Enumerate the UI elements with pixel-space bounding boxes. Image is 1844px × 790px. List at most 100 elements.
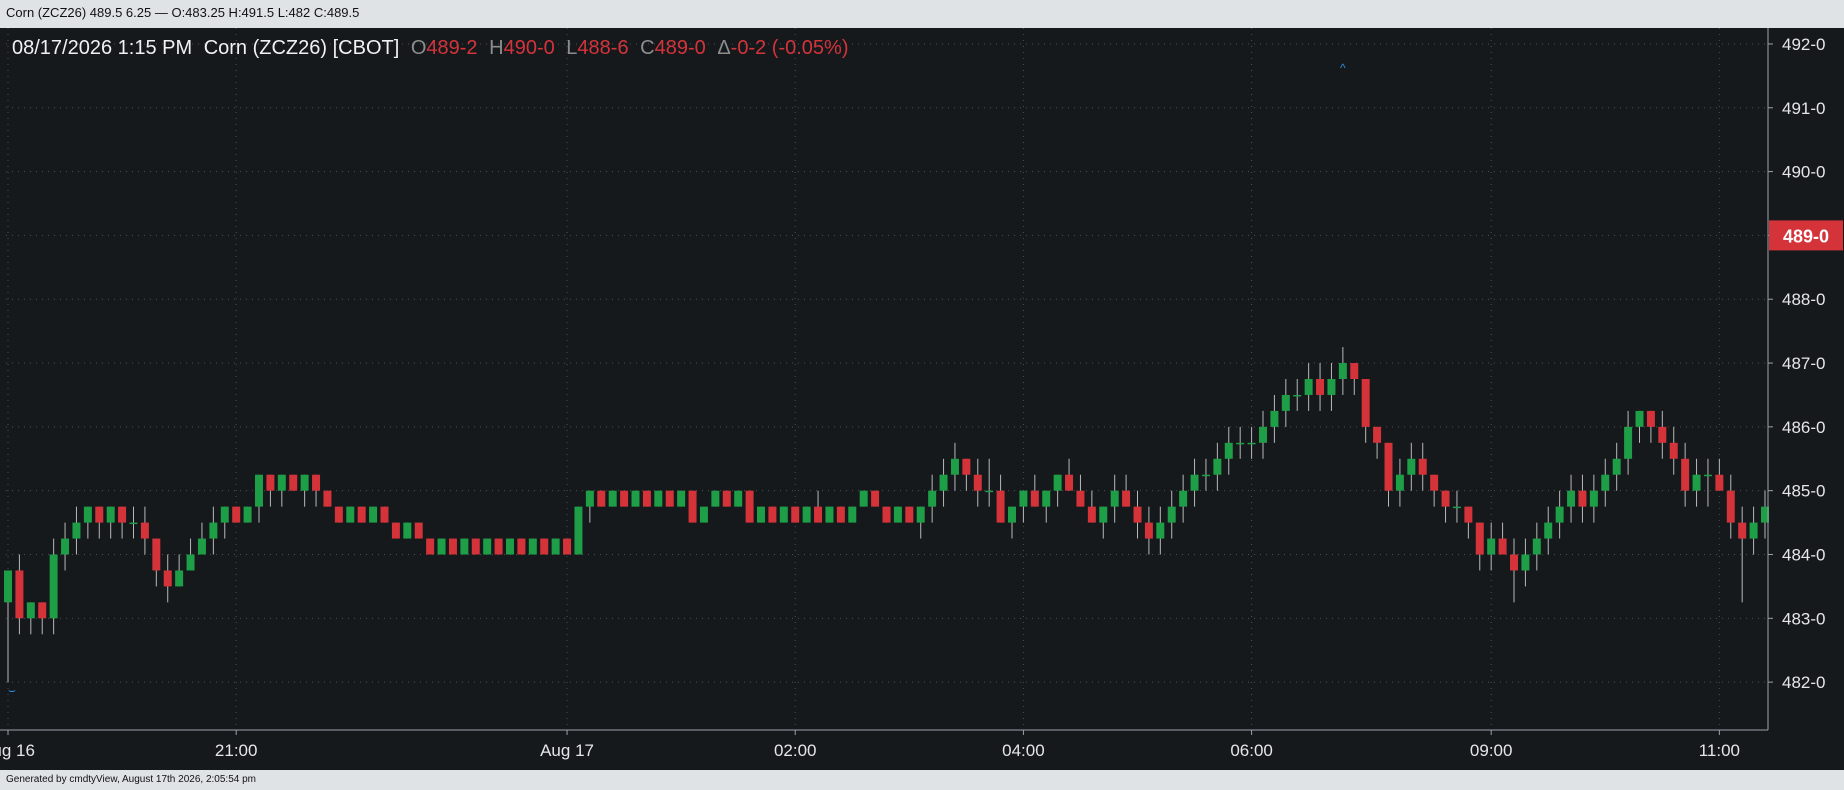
candle-body[interactable] xyxy=(1350,363,1359,379)
candle-body[interactable] xyxy=(973,474,982,491)
candle-body[interactable] xyxy=(1475,522,1484,555)
candle-body[interactable] xyxy=(1532,538,1541,555)
candle-body[interactable] xyxy=(1407,458,1416,475)
candle-body[interactable] xyxy=(483,538,492,555)
candle-body[interactable] xyxy=(540,538,549,555)
candle-body[interactable] xyxy=(631,490,640,507)
candle-body[interactable] xyxy=(1384,442,1393,491)
candle-body[interactable] xyxy=(1612,458,1621,475)
candle-body[interactable] xyxy=(1259,426,1267,443)
candle-body[interactable] xyxy=(1738,522,1747,539)
candle-body[interactable] xyxy=(1635,410,1644,427)
candle-body[interactable] xyxy=(1681,458,1690,491)
chart-area[interactable]: ^ ⌣ 482-0 483-0 484-0 485-0 486-0 487-0 488-0 489… xyxy=(0,28,1844,770)
candle-body[interactable] xyxy=(1589,490,1598,507)
candle-body[interactable] xyxy=(175,570,184,587)
candle-body[interactable] xyxy=(357,506,366,523)
candle-body[interactable] xyxy=(1703,474,1712,477)
candle-body[interactable] xyxy=(380,506,389,523)
candle-body[interactable] xyxy=(140,522,149,539)
candle-body[interactable] xyxy=(1418,458,1427,475)
candle-body[interactable] xyxy=(1293,394,1302,397)
candle-body[interactable] xyxy=(688,490,697,523)
candle-body[interactable] xyxy=(825,506,834,523)
candle-body[interactable] xyxy=(1498,538,1507,555)
candle-body[interactable] xyxy=(95,506,104,523)
candle-body[interactable] xyxy=(893,506,902,523)
candle-body[interactable] xyxy=(1133,506,1142,523)
candle-body[interactable] xyxy=(49,554,58,619)
candle-body[interactable] xyxy=(814,506,823,523)
candle-body[interactable] xyxy=(1065,474,1074,491)
candle-body[interactable] xyxy=(1646,410,1655,427)
candle-body[interactable] xyxy=(1521,554,1530,571)
candle-body[interactable] xyxy=(1338,363,1347,379)
candle-body[interactable] xyxy=(1487,538,1496,555)
candle-body[interactable] xyxy=(802,506,811,523)
candle-body[interactable] xyxy=(129,522,138,525)
candle-body[interactable] xyxy=(665,490,674,507)
candle-body[interactable] xyxy=(1749,522,1758,539)
candle-body[interactable] xyxy=(779,506,788,523)
candle-body[interactable] xyxy=(197,538,206,555)
candle-body[interactable] xyxy=(1008,506,1016,523)
candle-body[interactable] xyxy=(323,490,332,507)
candle-body[interactable] xyxy=(1395,474,1404,491)
candle-body[interactable] xyxy=(791,506,800,523)
candle-body[interactable] xyxy=(996,490,1005,523)
candle-body[interactable] xyxy=(83,506,92,523)
candle-body[interactable] xyxy=(1510,554,1518,571)
candle-body[interactable] xyxy=(15,570,24,619)
candle-body[interactable] xyxy=(1464,506,1473,523)
candle-body[interactable] xyxy=(106,506,115,523)
candle-body[interactable] xyxy=(1715,474,1724,491)
candle-body[interactable] xyxy=(1567,490,1576,507)
price-chart[interactable]: ^ ⌣ 482-0 483-0 484-0 485-0 486-0 487-0 488-0 489… xyxy=(0,28,1844,770)
candle-body[interactable] xyxy=(61,538,70,555)
candle-body[interactable] xyxy=(711,490,720,507)
candle-body[interactable] xyxy=(255,474,263,507)
candle-body[interactable] xyxy=(1156,522,1165,539)
candle-body[interactable] xyxy=(426,538,435,555)
candle-body[interactable] xyxy=(517,538,526,555)
candle-body[interactable] xyxy=(551,538,560,555)
candle-body[interactable] xyxy=(642,490,651,507)
candle-body[interactable] xyxy=(1578,490,1587,507)
candle-body[interactable] xyxy=(871,490,880,507)
candle-body[interactable] xyxy=(403,522,412,539)
candle-body[interactable] xyxy=(1087,506,1096,523)
candle-body[interactable] xyxy=(950,458,959,475)
candle-body[interactable] xyxy=(745,490,754,523)
candle-body[interactable] xyxy=(1304,379,1313,395)
candle-body[interactable] xyxy=(1441,490,1450,507)
candle-body[interactable] xyxy=(494,538,503,555)
candle-body[interactable] xyxy=(1213,458,1222,475)
candle-body[interactable] xyxy=(506,538,514,555)
candle-body[interactable] xyxy=(1430,474,1439,491)
candle-body[interactable] xyxy=(1122,490,1131,507)
candle-body[interactable] xyxy=(1601,474,1610,491)
candle-body[interactable] xyxy=(1669,442,1678,459)
candle-body[interactable] xyxy=(437,538,446,555)
candle-body[interactable] xyxy=(563,538,572,555)
candle-body[interactable] xyxy=(72,522,81,539)
candle-body[interactable] xyxy=(220,506,229,523)
candle-body[interactable] xyxy=(722,490,731,507)
candle-body[interactable] xyxy=(1076,490,1085,507)
candle-body[interactable] xyxy=(699,506,708,523)
candle-body[interactable] xyxy=(38,602,47,619)
candle-body[interactable] xyxy=(152,538,161,571)
candle-body[interactable] xyxy=(882,506,891,523)
candle-body[interactable] xyxy=(677,490,686,507)
candle-body[interactable] xyxy=(243,506,252,523)
candle-body[interactable] xyxy=(962,458,971,475)
candle-body[interactable] xyxy=(334,506,343,523)
candle-body[interactable] xyxy=(768,506,777,523)
candle-body[interactable] xyxy=(1099,506,1108,523)
candle-body[interactable] xyxy=(232,506,241,523)
candle-body[interactable] xyxy=(574,506,583,555)
candle-body[interactable] xyxy=(471,538,480,555)
candle-body[interactable] xyxy=(4,570,12,603)
candle-body[interactable] xyxy=(1270,410,1279,427)
candle-body[interactable] xyxy=(414,522,423,539)
